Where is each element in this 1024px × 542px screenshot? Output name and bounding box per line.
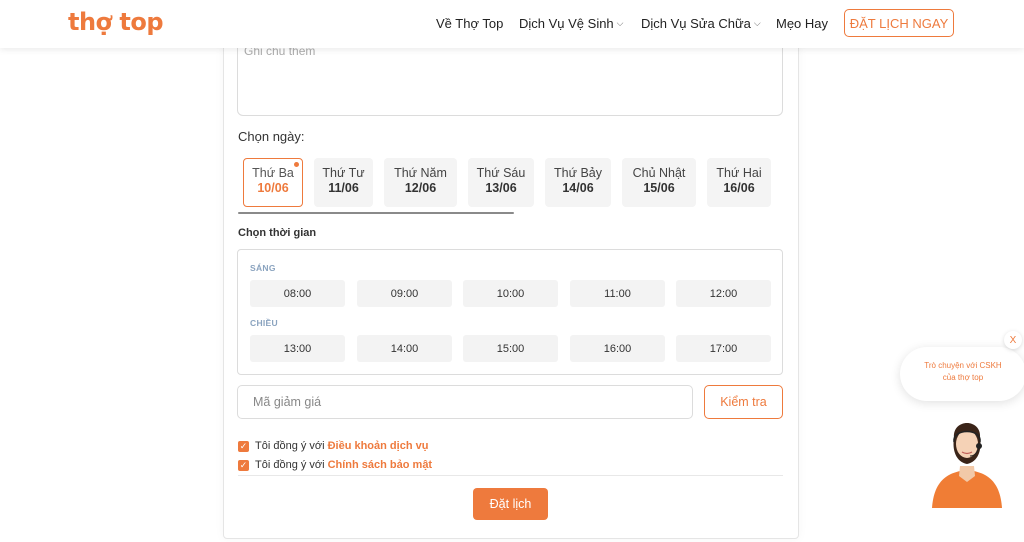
chevron-down-icon: ⌵: [753, 18, 761, 28]
terms-agreement: ✓ Tôi đồng ý với Điều khoản dịch vụ: [238, 440, 428, 452]
choose-day-label: Chọn ngày:: [238, 129, 305, 144]
day-date: 16/06: [723, 181, 755, 195]
chat-line-1: Trò chuyện với CSKH: [924, 361, 1002, 370]
check-coupon-button[interactable]: Kiểm tra: [704, 385, 783, 419]
nav-label: Dịch Vụ Vệ Sinh: [519, 16, 614, 31]
privacy-link[interactable]: Chính sách bảo mật: [328, 459, 433, 471]
time-slot[interactable]: 09:00: [357, 280, 452, 307]
checkbox-checked-icon[interactable]: ✓: [238, 440, 249, 452]
nav-item-repair[interactable]: Dịch Vụ Sửa Chữa ⌵: [641, 16, 761, 31]
nav-item-about[interactable]: Về Thợ Top: [436, 16, 503, 31]
divider: [238, 475, 783, 476]
checkbox-checked-icon[interactable]: ✓: [238, 459, 249, 471]
choose-time-label: Chọn thời gian: [238, 227, 317, 239]
day-option-selected[interactable]: Thứ Ba 10/06: [243, 158, 303, 207]
day-date: 14/06: [562, 181, 594, 195]
site-header: thợ top Về Thợ Top Dịch Vụ Vệ Sinh ⌵ Dịc…: [0, 0, 1024, 48]
day-date: 15/06: [643, 181, 675, 195]
day-date: 12/06: [404, 181, 437, 195]
coupon-input[interactable]: [237, 385, 693, 419]
chat-line-2: của thợ top: [942, 373, 984, 382]
day-name: Thứ Hai: [716, 166, 762, 180]
time-slot[interactable]: 13:00: [250, 335, 345, 362]
support-agent-avatar[interactable]: [930, 410, 1004, 508]
day-option[interactable]: Thứ Hai 16/06: [707, 158, 771, 207]
time-slot[interactable]: 10:00: [463, 280, 558, 307]
day-name: Thứ Bảy: [554, 166, 602, 180]
logo[interactable]: thợ top: [68, 8, 164, 36]
day-date: 13/06: [485, 181, 517, 195]
nav-label: Mẹo Hay: [776, 16, 829, 31]
selected-dot-icon: [294, 162, 299, 167]
time-slot[interactable]: 08:00: [250, 280, 345, 307]
time-slot[interactable]: 12:00: [676, 280, 771, 307]
nav-label: Về Thợ Top: [436, 16, 504, 31]
nav-item-tips[interactable]: Mẹo Hay: [776, 16, 828, 31]
book-now-button[interactable]: ĐẶT LỊCH NGAY: [844, 9, 954, 37]
agree-text: Tôi đồng ý với: [255, 459, 325, 471]
day-option[interactable]: Thứ Bảy 14/06: [545, 158, 611, 207]
submit-booking-button[interactable]: Đặt lịch: [473, 488, 548, 520]
terms-link[interactable]: Điều khoản dịch vụ: [328, 440, 429, 452]
time-slot[interactable]: 15:00: [463, 335, 558, 362]
time-slot[interactable]: 17:00: [676, 335, 771, 362]
day-name: Thứ Sáu: [476, 166, 526, 180]
day-scrollbar[interactable]: [238, 212, 514, 214]
day-name: Chủ Nhật: [632, 166, 686, 180]
day-option[interactable]: Thứ Sáu 13/06: [468, 158, 534, 207]
nav-item-cleaning[interactable]: Dịch Vụ Vệ Sinh ⌵: [519, 16, 624, 31]
agree-text: Tôi đồng ý với: [255, 440, 325, 452]
day-option[interactable]: Thứ Năm 12/06: [384, 158, 457, 207]
afternoon-label: CHIỀU: [250, 318, 278, 328]
time-slot[interactable]: 14:00: [357, 335, 452, 362]
day-date: 10/06: [257, 181, 289, 195]
chevron-down-icon: ⌵: [616, 18, 624, 28]
day-option[interactable]: Thứ Tư 11/06: [314, 158, 373, 207]
close-icon[interactable]: X: [1004, 331, 1022, 349]
note-textarea[interactable]: [237, 36, 783, 116]
time-slot[interactable]: 16:00: [570, 335, 665, 362]
morning-label: SÁNG: [250, 263, 276, 273]
nav-label: Dịch Vụ Sửa Chữa: [641, 16, 751, 31]
day-name: Thứ Ba: [252, 166, 294, 180]
day-name: Thứ Năm: [394, 166, 447, 180]
day-option[interactable]: Chủ Nhật 15/06: [622, 158, 696, 207]
time-slot[interactable]: 11:00: [570, 280, 665, 307]
chat-bubble[interactable]: Trò chuyện với CSKH của thợ top: [900, 347, 1024, 401]
day-date: 11/06: [328, 181, 359, 195]
day-name: Thứ Tư: [322, 166, 365, 180]
privacy-agreement: ✓ Tôi đồng ý với Chính sách bảo mật: [238, 459, 432, 471]
